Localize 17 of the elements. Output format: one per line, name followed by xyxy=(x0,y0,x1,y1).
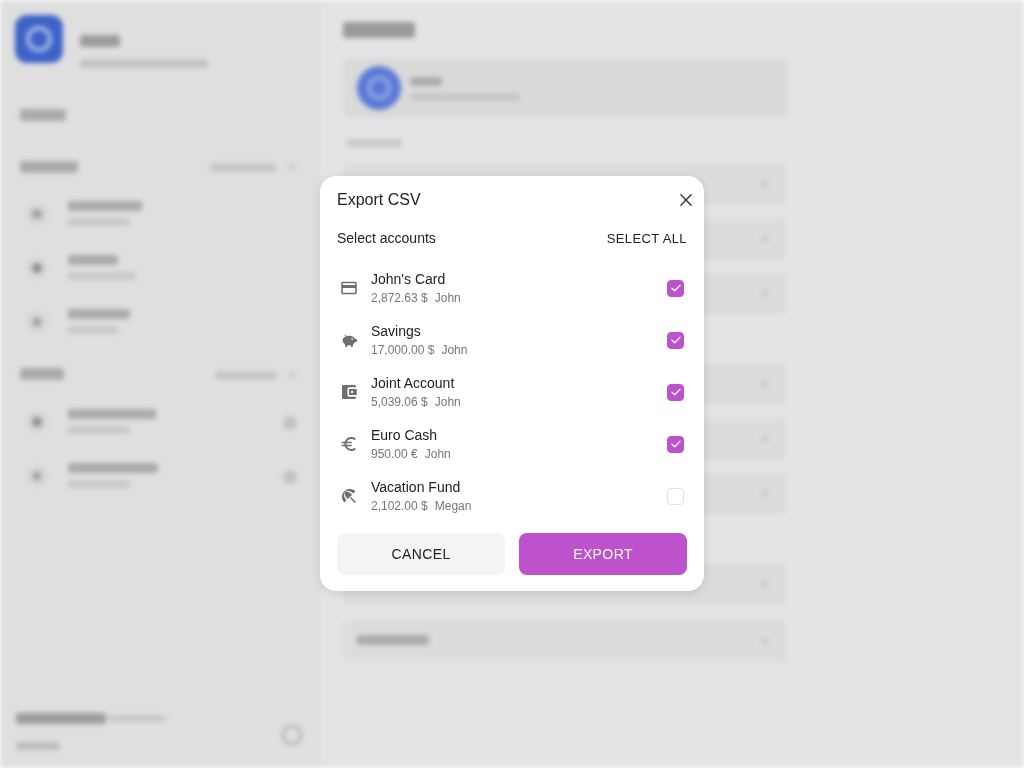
account-owner: John xyxy=(424,446,451,463)
account-owner: Megan xyxy=(434,498,472,515)
account-name: Joint Account xyxy=(371,374,456,393)
account-balance: 5,039.06 $ xyxy=(371,394,428,411)
account-balance: 2,102.00 $ xyxy=(371,498,428,515)
section-label: Select accounts xyxy=(337,230,436,247)
account-name: Euro Cash xyxy=(371,426,439,445)
account-owner: John xyxy=(441,342,468,359)
account-balance: 2,872.63 $ xyxy=(371,290,428,307)
account-owner: John xyxy=(434,394,461,411)
account-name: John's Card xyxy=(371,270,447,289)
dialog-title: Export CSV xyxy=(337,190,421,211)
account-balance: 950.00 € xyxy=(371,446,418,463)
account-name: Savings xyxy=(371,322,422,341)
account-name: Vacation Fund xyxy=(371,478,462,497)
account-balance: 17,000.00 $ xyxy=(371,342,435,359)
account-owner: John xyxy=(434,290,461,307)
